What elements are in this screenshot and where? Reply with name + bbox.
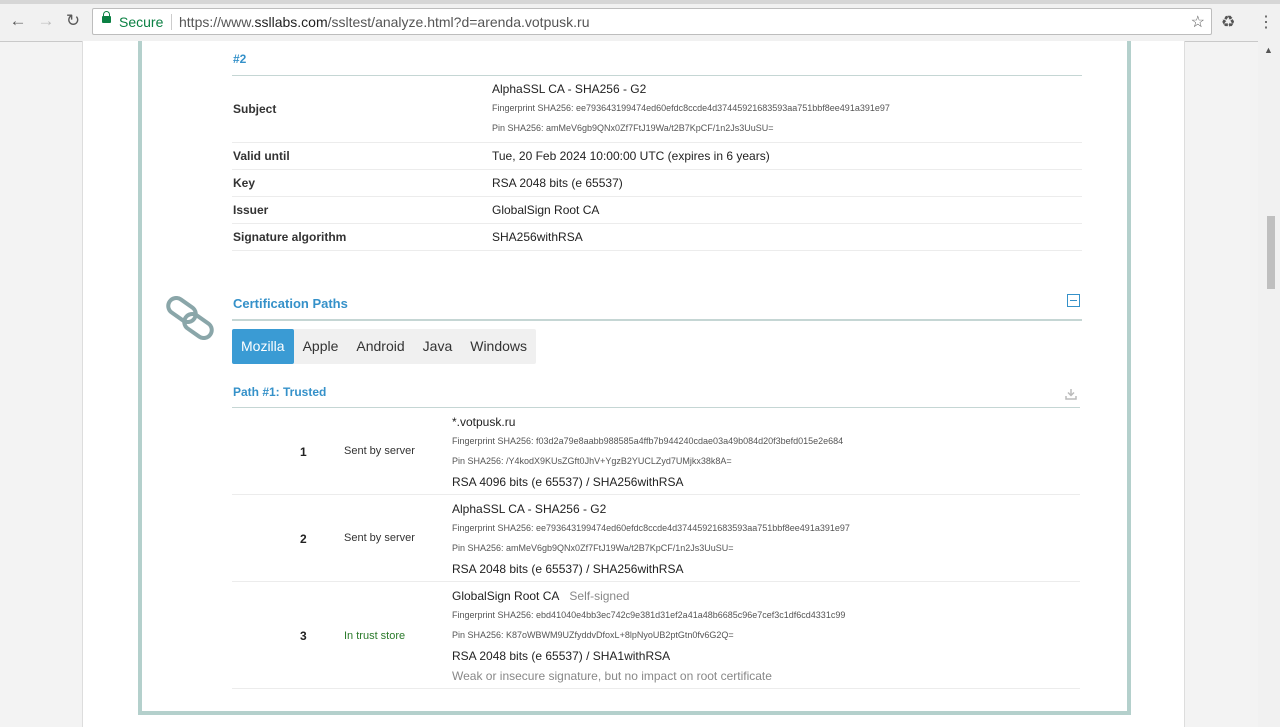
valid-until-row: Valid until Tue, 20 Feb 2024 10:00:00 UT… [232,143,1082,170]
path-row: 3 In trust store GlobalSign Root CA Self… [232,582,1080,689]
row-number: 3 [300,629,307,643]
issuer-value: GlobalSign Root CA [492,203,600,217]
tab-apple[interactable]: Apple [294,329,348,364]
row-status: In trust store [344,630,406,642]
path-row: 2 Sent by server AlphaSSL CA - SHA256 - … [232,495,1080,582]
tab-windows[interactable]: Windows [461,329,536,364]
cert-fingerprint: Fingerprint SHA256: ebd41040e4bb3ec742c9… [452,610,846,620]
url-path: /ssltest/analyze.html?d=arenda.votpusk.r… [327,14,590,30]
tab-android[interactable]: Android [347,329,413,364]
separator [171,14,172,30]
cert-key: RSA 2048 bits (e 65537) / SHA256withRSA [452,562,684,576]
signature-row: Signature algorithm SHA256withRSA [232,224,1082,251]
row-number: 1 [300,445,307,459]
reload-icon[interactable]: ↻ [63,11,83,31]
cert-name-text: GlobalSign Root CA [452,589,560,603]
cert-number-label: #2 [233,52,247,66]
lock-icon [102,11,111,23]
issuer-row: Issuer GlobalSign Root CA [232,197,1082,224]
url-host: ssllabs.com [254,14,328,30]
valid-until-value: Tue, 20 Feb 2024 10:00:00 UTC (expires i… [492,149,770,163]
scrollbar[interactable]: ▲ [1258,41,1280,727]
extension-icon[interactable]: ♻ [1221,12,1235,32]
back-icon[interactable]: ← [8,11,28,31]
weak-signature-warning: Weak or insecure signature, but no impac… [452,669,772,683]
self-signed-note: Self-signed [569,589,630,603]
cert-name: GlobalSign Root CA Self-signed [452,589,629,603]
row-status: Sent by server [344,532,415,544]
key-value: RSA 2048 bits (e 65537) [492,176,623,190]
scrollbar-thumb[interactable] [1267,216,1275,289]
key-key: Key [233,176,256,190]
collapse-icon[interactable] [1067,294,1080,307]
cert-pin: Pin SHA256: /Y4kodX9KUsZGft0JhV+YgzB2YUC… [452,456,732,466]
cert-pin: Pin SHA256: amMeV6gb9QNx0Zf7FtJ19Wa/t2B7… [452,543,734,553]
tab-mozilla[interactable]: Mozilla [232,329,294,364]
menu-icon[interactable]: ⋮ [1258,12,1274,32]
secure-label: Secure [119,14,164,30]
url-text[interactable]: https://www.ssllabs.com/ssltest/analyze.… [179,14,589,30]
signature-key: Signature algorithm [233,230,347,244]
cert-name: AlphaSSL CA - SHA256 - G2 [452,502,607,516]
key-row: Key RSA 2048 bits (e 65537) [232,170,1082,197]
path-title: Path #1: Trusted [233,385,327,399]
tab-strip[interactable] [0,0,1280,4]
cert-fingerprint: Fingerprint SHA256: ee793643199474ed60ef… [452,523,850,533]
subject-pin: Pin SHA256: amMeV6gb9QNx0Zf7FtJ19Wa/t2B7… [492,123,774,133]
certification-paths-title: Certification Paths [233,296,348,311]
forward-icon[interactable]: → [36,11,56,31]
subject-value: AlphaSSL CA - SHA256 - G2 [492,82,647,96]
cert-name: *.votpusk.ru [452,415,516,429]
browser-toolbar: ← → ↻ Secure https://www.ssllabs.com/ssl… [0,0,1280,42]
download-icon[interactable] [1065,388,1077,400]
row-status: Sent by server [344,445,415,457]
divider [232,319,1082,321]
cert-key: RSA 2048 bits (e 65537) / SHA1withRSA [452,649,671,663]
cert-pin: Pin SHA256: K87oWBWM9UZfyddvDfoxL+8lpNyo… [452,630,734,640]
bookmark-star-icon[interactable]: ☆ [1191,12,1205,32]
tab-java[interactable]: Java [414,329,462,364]
row-number: 2 [300,532,307,546]
url-prefix: https://www. [179,14,255,30]
address-bar[interactable]: Secure https://www.ssllabs.com/ssltest/a… [92,8,1212,35]
path-row: 1 Sent by server *.votpusk.ru Fingerprin… [232,408,1080,495]
scroll-up-icon[interactable]: ▲ [1264,45,1273,55]
subject-row: Subject AlphaSSL CA - SHA256 - G2 Finger… [232,76,1082,143]
signature-value: SHA256withRSA [492,230,583,244]
cert-key: RSA 4096 bits (e 65537) / SHA256withRSA [452,475,684,489]
trust-store-tabs: Mozilla Apple Android Java Windows [232,329,537,364]
subject-key: Subject [233,102,277,116]
issuer-key: Issuer [233,203,269,217]
subject-fingerprint: Fingerprint SHA256: ee793643199474ed60ef… [492,103,890,113]
cert-fingerprint: Fingerprint SHA256: f03d2a79e8aabb988585… [452,436,844,446]
chain-link-icon [166,296,214,340]
valid-until-key: Valid until [233,149,290,163]
